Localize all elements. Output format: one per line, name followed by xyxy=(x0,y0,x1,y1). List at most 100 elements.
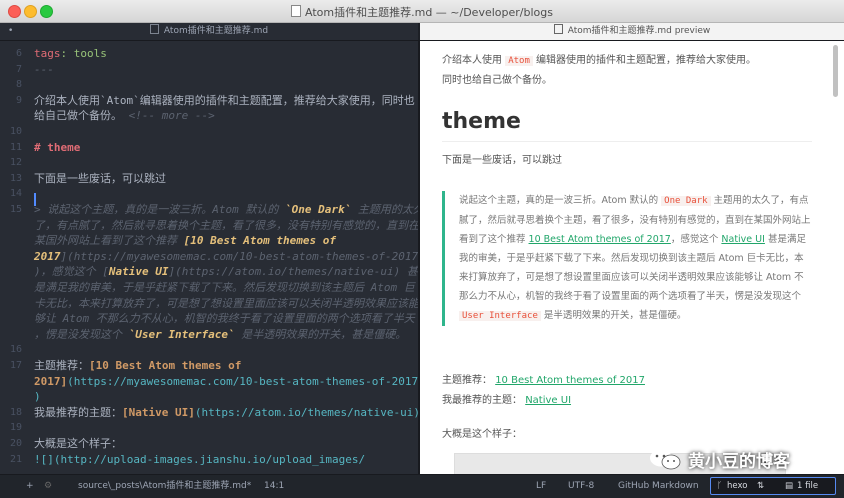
editor-line[interactable]: 了，有点腻了，然后就寻思着换个主题，看了很多，没有特别有感觉的，直到在 xyxy=(0,219,418,233)
editor-line[interactable]: 15 > 说起这个主题，真的是一波三折。Atom 默认的 `One Dark` 主… xyxy=(0,203,418,217)
editor-line[interactable]: 8 xyxy=(0,78,418,92)
line-number: 16 xyxy=(9,344,22,356)
code-token: [10 Best Atom themes of xyxy=(89,359,242,372)
recommend-label: 主题推荐： xyxy=(442,375,492,386)
recommend-link[interactable]: 10 Best Atom themes of 2017 xyxy=(495,375,645,386)
editor-line[interactable]: ) xyxy=(0,390,418,404)
code-token: ](https://myawesomemac.com/10-best-atom-… xyxy=(60,249,419,263)
line-content: ) xyxy=(34,390,41,404)
editor-line[interactable]: )，感觉这个 [Native UI](https://atom.io/theme… xyxy=(0,265,418,279)
editor-line[interactable]: ，愣是没发现这个 `User Interface` 是半透明效果的开关，甚是僵硬… xyxy=(0,328,418,342)
code-token: ](https://atom.io/themes/native-ui) 甚 xyxy=(168,265,418,279)
editor-line[interactable]: 10 xyxy=(0,125,418,139)
line-content: ![](http://upload-images.jianshu.io/uplo… xyxy=(34,453,365,467)
status-line-ending[interactable]: LF xyxy=(536,475,546,497)
title-bar: Atom插件和主题推荐.md — ~/Developer/blogs xyxy=(0,0,844,23)
line-content: 2017](https://myawesomemac.com/10-best-a… xyxy=(34,250,418,264)
line-number: 17 xyxy=(9,360,22,371)
link-native-ui[interactable]: Native UI xyxy=(721,234,765,245)
line-content: 介绍本人使用`Atom`编辑器使用的插件和主题配置，推荐给大家使用，同时也 xyxy=(34,94,415,108)
editor-line[interactable]: 2017](https://myawesomemac.com/10-best-a… xyxy=(0,250,418,264)
status-encoding[interactable]: UTF-8 xyxy=(568,475,594,497)
editor-line[interactable]: 某国外网站上看到了这个推荐 [10 Best Atom themes of xyxy=(0,234,418,248)
code-token: : tools xyxy=(60,47,107,60)
tab-preview-label: Atom插件和主题推荐.md preview xyxy=(567,26,711,36)
editor-line[interactable]: 13 下面是一些废话，可以跳过 xyxy=(0,172,418,186)
intro-text: 介绍本人使用 xyxy=(442,55,506,66)
code-token: 某国外网站上看到了这个推荐 xyxy=(34,234,184,248)
heading-rule xyxy=(442,141,812,142)
settings-icon[interactable]: ⚙ xyxy=(44,475,52,497)
code-token: --- xyxy=(34,62,54,76)
line-content: 主题推荐：[10 Best Atom themes of xyxy=(34,359,241,373)
code-token: 下面是一些废话，可以跳过 xyxy=(34,171,166,185)
fetch-icon[interactable]: ⇅ xyxy=(757,478,764,494)
status-file-path[interactable]: source\_posts\Atom插件和主题推荐.md* xyxy=(78,475,251,497)
line-content: 某国外网站上看到了这个推荐 [10 Best Atom themes of xyxy=(34,234,336,248)
bq-text-1: 说起这个主题，真的是一波三折。Atom 默认的 xyxy=(459,195,662,206)
editor-line[interactable]: 够让 Atom 不那么力不从心，机智的我终于看了设置里面的两个选项看了半天 xyxy=(0,312,418,326)
code-token: 给自己做个备份。 xyxy=(34,109,129,123)
watermark: 黄小豆的博客 xyxy=(648,444,838,474)
line-content: 我最推荐的主题：[Native UI](https://atom.io/them… xyxy=(34,406,418,420)
editor-line[interactable]: 17 主题推荐：[10 Best Atom themes of xyxy=(0,359,418,373)
line-content: ，愣是没发现这个 `User Interface` 是半透明效果的开关，甚是僵硬… xyxy=(34,328,406,342)
git-status[interactable]: ᚴ hexo ⇅ ▤ 1 file xyxy=(710,477,836,495)
markdown-preview[interactable]: 介绍本人使用 Atom 编辑器使用的插件和主题配置，推荐给大家使用。 同时也给自己… xyxy=(420,41,844,474)
line-content: 够让 Atom 不那么力不从心，机智的我终于看了设置里面的两个选项看了半天 xyxy=(34,312,415,326)
recommend-paragraph: 主题推荐： 10 Best Atom themes of 2017 我最推荐的主… xyxy=(442,371,812,411)
editor-line[interactable]: 2017](https://myawesomemac.com/10-best-a… xyxy=(0,375,418,389)
editor-line[interactable]: 给自己做个备份。 <!-- more --> xyxy=(0,109,418,123)
tab-preview[interactable]: Atom插件和主题推荐.md preview xyxy=(420,23,844,40)
close-tab-icon[interactable]: • xyxy=(8,23,13,40)
preview-icon xyxy=(553,24,563,34)
code-token: 2017] xyxy=(34,374,68,388)
intro-paragraph: 介绍本人使用 Atom 编辑器使用的插件和主题配置，推荐给大家使用。 同时也给自己… xyxy=(442,51,812,91)
add-icon[interactable]: + xyxy=(26,475,34,497)
bq-text-5: 是半透明效果的开关，甚是僵硬。 xyxy=(540,310,687,321)
inline-code-user-interface: User Interface xyxy=(459,311,541,321)
markdown-editor[interactable]: 6 tags: tools 7 --- 8 9 介绍本人使用`Atom`编辑器使用的插件和主… xyxy=(0,41,418,474)
line-content: # theme xyxy=(34,141,80,155)
editor-line[interactable]: 9 介绍本人使用`Atom`编辑器使用的插件和主题配置，推荐给大家使用，同时也 xyxy=(0,94,418,108)
editor-line[interactable]: 14 xyxy=(0,187,418,201)
git-branch: hexo xyxy=(727,481,748,491)
preview-scrollbar[interactable] xyxy=(833,45,838,97)
favorite-link[interactable]: Native UI xyxy=(525,395,571,406)
editor-line[interactable]: 18 我最推荐的主题：[Native UI](https://atom.io/th… xyxy=(0,406,418,420)
line-number: 12 xyxy=(9,157,22,169)
window-title: Atom插件和主题推荐.md — ~/Developer/blogs xyxy=(0,4,844,20)
editor-line[interactable]: 19 xyxy=(0,421,418,435)
editor-line[interactable]: 6 tags: tools xyxy=(0,47,418,61)
line-content: tags: tools xyxy=(34,47,107,61)
favorite-label: 我最推荐的主题： xyxy=(442,395,522,406)
editor-line[interactable]: 20 大概是这个样子： xyxy=(0,437,418,451)
editor-line[interactable]: 11 # theme xyxy=(0,141,418,155)
editor-line[interactable]: 21 ![](http://upload-images.jianshu.io/up… xyxy=(0,453,418,467)
code-token: 我最推荐的主题： xyxy=(34,405,122,419)
branch-icon: ᚴ xyxy=(717,481,723,491)
line-number: 10 xyxy=(9,126,22,137)
editor-line[interactable]: 12 xyxy=(0,156,418,170)
editor-line[interactable]: 16 xyxy=(0,343,418,357)
code-token: <!-- more --> xyxy=(128,109,215,123)
code-token: 2017 xyxy=(34,249,61,263)
tab-bar: • Atom插件和主题推荐.md Atom插件和主题推荐.md preview xyxy=(0,23,844,41)
inline-code-atom: Atom xyxy=(505,56,533,66)
code-token: `User Interface` xyxy=(128,327,235,341)
code-token: 介绍本人使用`Atom`编辑器使用的插件和主题配置，推荐给大家使用，同时也 xyxy=(34,93,415,107)
inline-code-one-dark: One Dark xyxy=(661,196,711,206)
code-token: ) xyxy=(34,390,41,404)
code-token: [Native UI] xyxy=(122,405,195,419)
code-token: 够让 Atom 不那么力不从心，机智的我终于看了设置里面的两个选项看了半天 xyxy=(34,312,415,326)
editor-line[interactable]: 卡无比，本来打算放弃了，可是想了想设置里面应该可以关闭半透明效果应该能 xyxy=(0,297,418,311)
editor-line[interactable]: 7 --- xyxy=(0,63,418,77)
editor-line[interactable]: 是满足我的审美，于是乎赶紧下载了下来。然后发现切换到该主题后 Atom 巨 xyxy=(0,281,418,295)
line-content: 是满足我的审美，于是乎赶紧下载了下来。然后发现切换到该主题后 Atom 巨 xyxy=(34,281,415,295)
link-best-atom-themes[interactable]: 10 Best Atom themes of 2017 xyxy=(529,234,671,245)
status-cursor-position[interactable]: 14:1 xyxy=(264,475,284,497)
status-grammar[interactable]: GitHub Markdown xyxy=(618,475,699,497)
status-bar: + ⚙ source\_posts\Atom插件和主题推荐.md* 14:1 L… xyxy=(0,474,844,498)
line-content: 下面是一些废话，可以跳过 xyxy=(34,172,166,186)
tab-editor[interactable]: • Atom插件和主题推荐.md xyxy=(0,23,418,40)
